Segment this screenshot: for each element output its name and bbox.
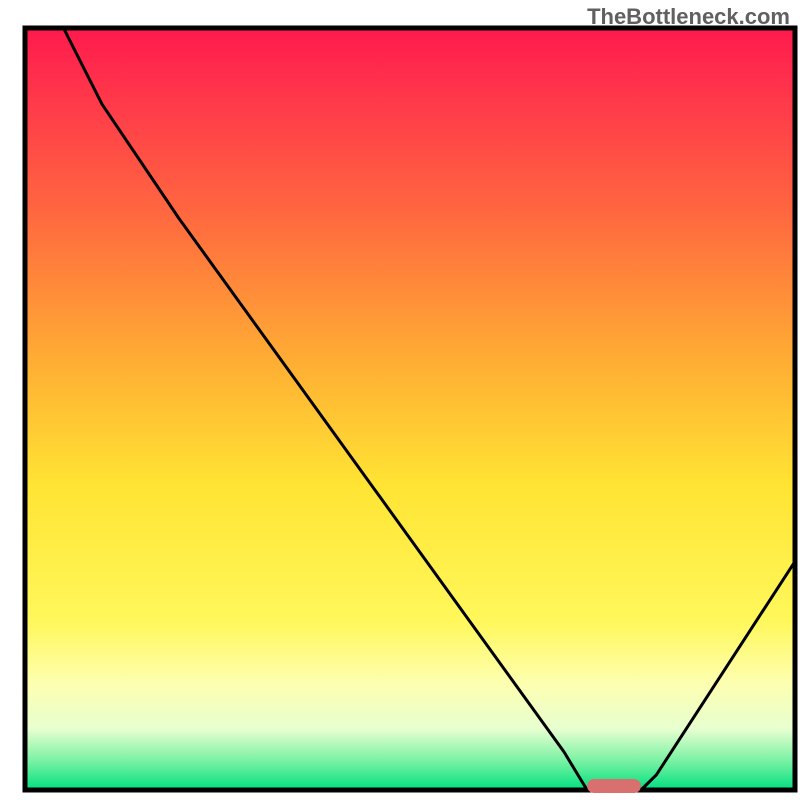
gradient-background	[25, 28, 795, 790]
bottleneck-chart	[0, 0, 800, 800]
optimal-range-marker	[587, 779, 641, 793]
chart-container: TheBottleneck.com	[0, 0, 800, 800]
attribution-label: TheBottleneck.com	[587, 4, 790, 30]
